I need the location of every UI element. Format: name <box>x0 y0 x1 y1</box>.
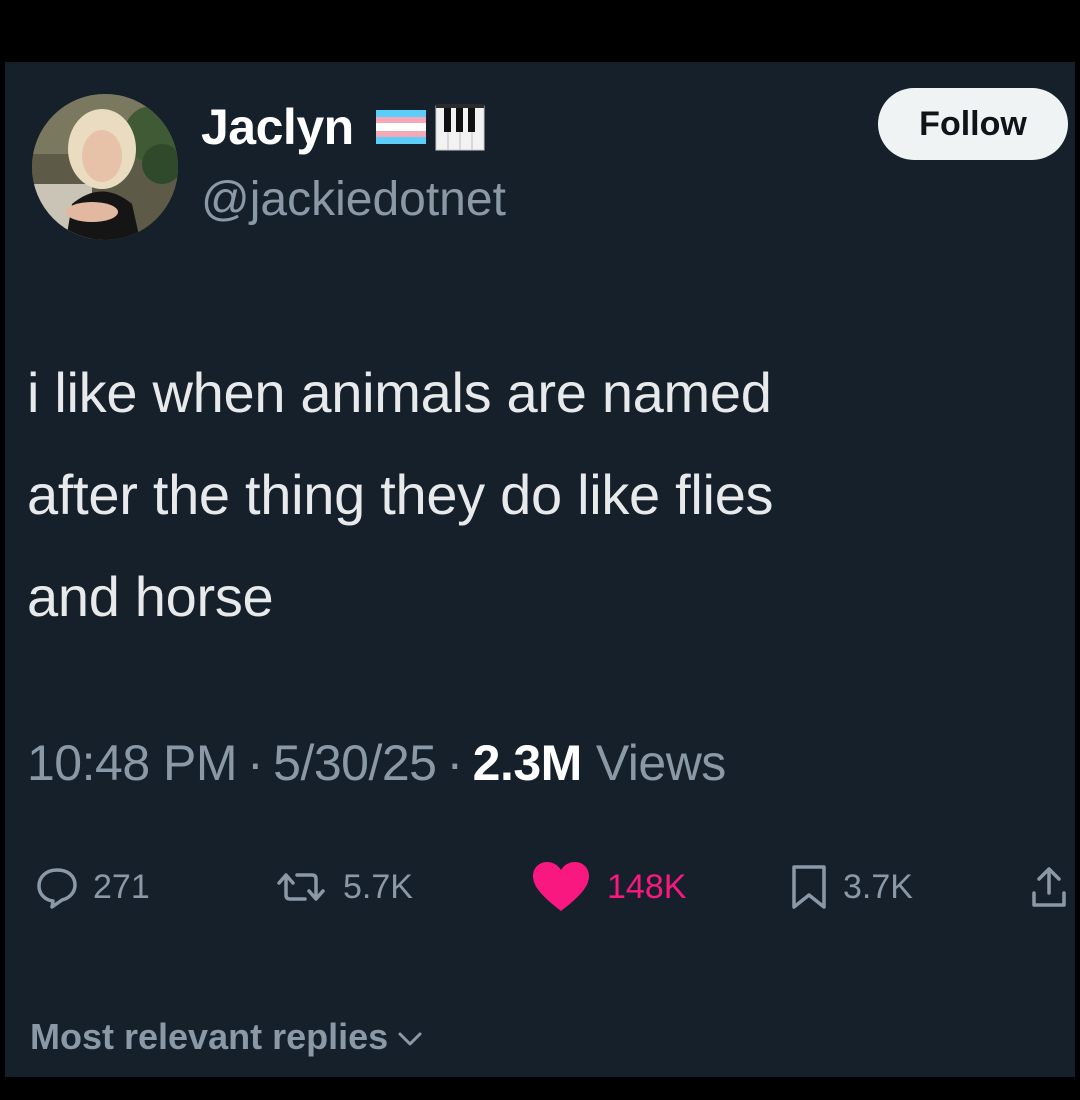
musical-keyboard-icon <box>434 102 486 152</box>
tweet-text-line: after the thing they do like flies <box>27 463 774 526</box>
avatar[interactable] <box>32 94 178 240</box>
follow-button[interactable]: Follow <box>878 88 1068 160</box>
views-count: 2.3M <box>472 735 583 791</box>
tweet-metadata: 10:48 PM · 5/30/25 · 2.3M Views <box>27 728 726 798</box>
tweet-text: i like when animals are named after the … <box>27 342 1027 648</box>
separator-dot: · <box>446 735 464 791</box>
transgender-flag-icon <box>375 110 426 144</box>
author-handle[interactable]: @jackiedotnet <box>201 172 506 227</box>
repost-button[interactable]: 5.7K <box>273 852 413 922</box>
tweet-date[interactable]: 5/30/25 <box>273 734 437 792</box>
share-button[interactable] <box>1029 852 1069 922</box>
replies-sort-label: Most relevant replies <box>30 1016 389 1057</box>
replies-sort-dropdown[interactable]: Most relevant replies <box>30 1012 424 1062</box>
tweet-actions: 271 5.7K 148K 3.7K <box>5 852 1075 922</box>
author-name-row: Jaclyn <box>201 92 486 162</box>
chevron-down-icon <box>388 1016 424 1058</box>
share-icon <box>1029 863 1069 911</box>
bookmark-count: 3.7K <box>843 867 913 906</box>
repost-icon <box>273 865 329 909</box>
separator-dot: · <box>247 735 264 791</box>
tweet-text-line: i like when animals are named <box>27 361 772 424</box>
bookmark-icon <box>789 863 829 911</box>
tweet-time[interactable]: 10:48 PM <box>27 734 238 792</box>
views-label: Views <box>595 735 726 791</box>
heart-icon <box>529 859 593 915</box>
display-name[interactable]: Jaclyn <box>201 98 354 156</box>
like-button[interactable]: 148K <box>529 852 686 922</box>
reply-count: 271 <box>93 867 150 906</box>
reply-button[interactable]: 271 <box>35 852 150 922</box>
tweet-text-line: and horse <box>27 565 274 628</box>
repost-count: 5.7K <box>343 867 413 906</box>
bookmark-button[interactable]: 3.7K <box>789 852 913 922</box>
like-count: 148K <box>607 867 687 906</box>
reply-icon <box>35 865 79 909</box>
tweet-card: Jaclyn @jackiedotnet Follow i like when … <box>5 62 1075 1077</box>
avatar-photo <box>32 94 178 240</box>
